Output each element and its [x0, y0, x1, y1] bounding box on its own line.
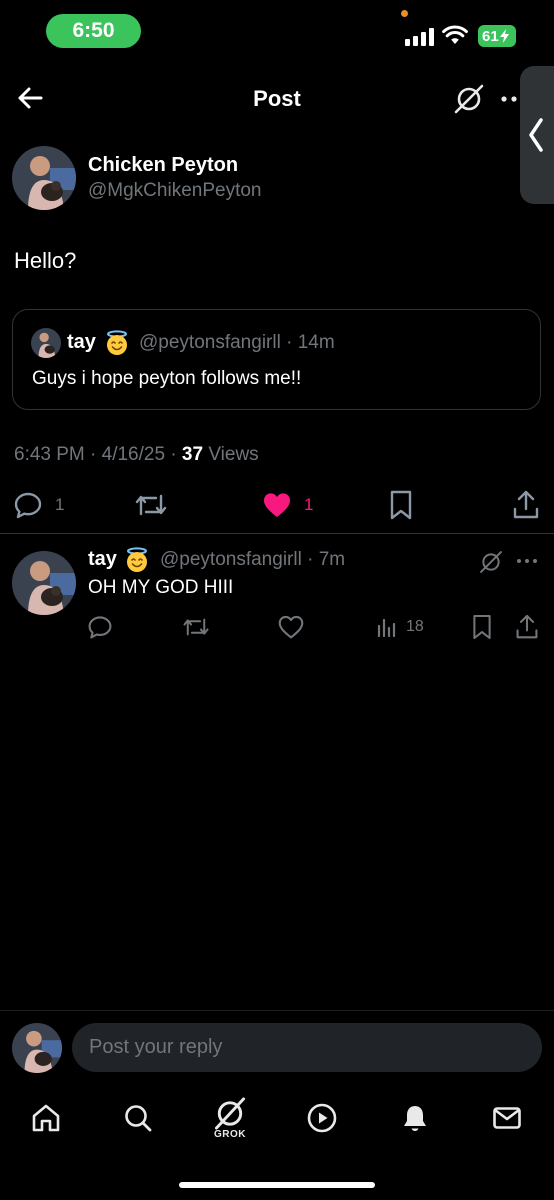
privacy-indicator-dot [401, 10, 408, 17]
battery-level: 61 [482, 27, 499, 45]
divider [0, 533, 554, 534]
share-icon[interactable] [515, 612, 539, 642]
tab-messages[interactable] [485, 1096, 529, 1140]
post-header: Post [0, 68, 554, 130]
quote-text: Guys i hope peyton follows me!! [32, 368, 302, 389]
grok-icon[interactable] [452, 82, 486, 116]
reply-input[interactable] [72, 1023, 542, 1072]
heart-filled-icon [264, 493, 290, 517]
post-timestamp: 6:43 PM · 4/16/25 · [14, 444, 182, 465]
grok-icon [214, 1097, 246, 1130]
reply-count: 1 [55, 495, 65, 514]
heart-icon[interactable] [278, 612, 304, 642]
reply-views-count: 18 [406, 618, 424, 635]
reply-icon[interactable] [87, 612, 113, 642]
views-label: Views [203, 444, 259, 465]
video-icon [307, 1103, 337, 1133]
post-text: Hello? [14, 248, 77, 273]
quote-author-name: tay [67, 331, 96, 353]
tab-notifications[interactable] [393, 1096, 437, 1140]
repost-button[interactable] [134, 487, 168, 523]
messages-icon [493, 1107, 521, 1129]
reply-icon [14, 492, 42, 519]
smiling-face-with-halo-icon [127, 547, 147, 572]
quoted-post[interactable]: tay @peytonsfangirll · 14m Guys i hope p… [12, 309, 541, 410]
reply-text: OH MY GOD HIII [88, 577, 234, 598]
wifi-icon [442, 25, 468, 44]
smiling-face-with-halo-icon [107, 330, 127, 355]
tab-video[interactable] [300, 1096, 344, 1140]
author-name[interactable]: Chicken Peyton [88, 154, 238, 177]
post-actions: 1 1 [0, 487, 554, 523]
charging-bolt-icon [499, 29, 509, 43]
author-avatar[interactable] [12, 146, 76, 210]
repost-icon[interactable] [182, 612, 210, 642]
quote-author-handle-time: @peytonsfangirll · 14m [139, 332, 335, 353]
battery-charging-icon: 61 [478, 25, 516, 47]
like-button[interactable]: 1 [262, 487, 313, 523]
home-indicator[interactable] [179, 1182, 375, 1188]
more-icon[interactable] [500, 94, 520, 104]
repost-icon [135, 494, 167, 516]
reply-button[interactable]: 1 [13, 487, 64, 523]
status-time: 6:50 [46, 14, 141, 48]
cellular-signal-icon [405, 28, 434, 46]
notifications-icon [404, 1106, 426, 1131]
reply-author-name[interactable]: tay [88, 548, 117, 571]
author-handle[interactable]: @MgkChikenPeyton [88, 180, 261, 202]
views-button[interactable]: 18 [376, 612, 424, 642]
grok-tab-label: GROK [214, 1129, 246, 1140]
search-icon [125, 1105, 152, 1132]
reply-author-avatar[interactable] [12, 551, 76, 615]
quote-author-avatar [31, 328, 61, 358]
tab-search[interactable] [116, 1096, 160, 1140]
reply-author-handle-time[interactable]: @peytonsfangirll · 7m [160, 549, 345, 571]
chevron-left-icon [529, 118, 543, 152]
status-bar: 6:50 61 [0, 0, 554, 64]
more-icon[interactable] [516, 558, 538, 564]
like-count: 1 [304, 495, 314, 514]
current-user-avatar [12, 1023, 62, 1073]
views-count[interactable]: 37 [182, 444, 203, 465]
post-meta: 6:43 PM · 4/16/25 · 37 Views [14, 444, 259, 466]
bookmark-icon[interactable] [388, 487, 414, 523]
reply-composer [0, 1010, 554, 1082]
tab-home[interactable] [24, 1096, 68, 1140]
grok-icon[interactable] [478, 549, 504, 575]
side-panel-handle[interactable] [520, 66, 554, 204]
tab-grok[interactable]: GROK [208, 1096, 252, 1140]
bookmark-icon[interactable] [471, 612, 493, 642]
share-icon[interactable] [512, 487, 540, 523]
analytics-icon [377, 618, 396, 638]
reply-actions: 18 [0, 612, 554, 642]
home-icon [32, 1104, 60, 1132]
